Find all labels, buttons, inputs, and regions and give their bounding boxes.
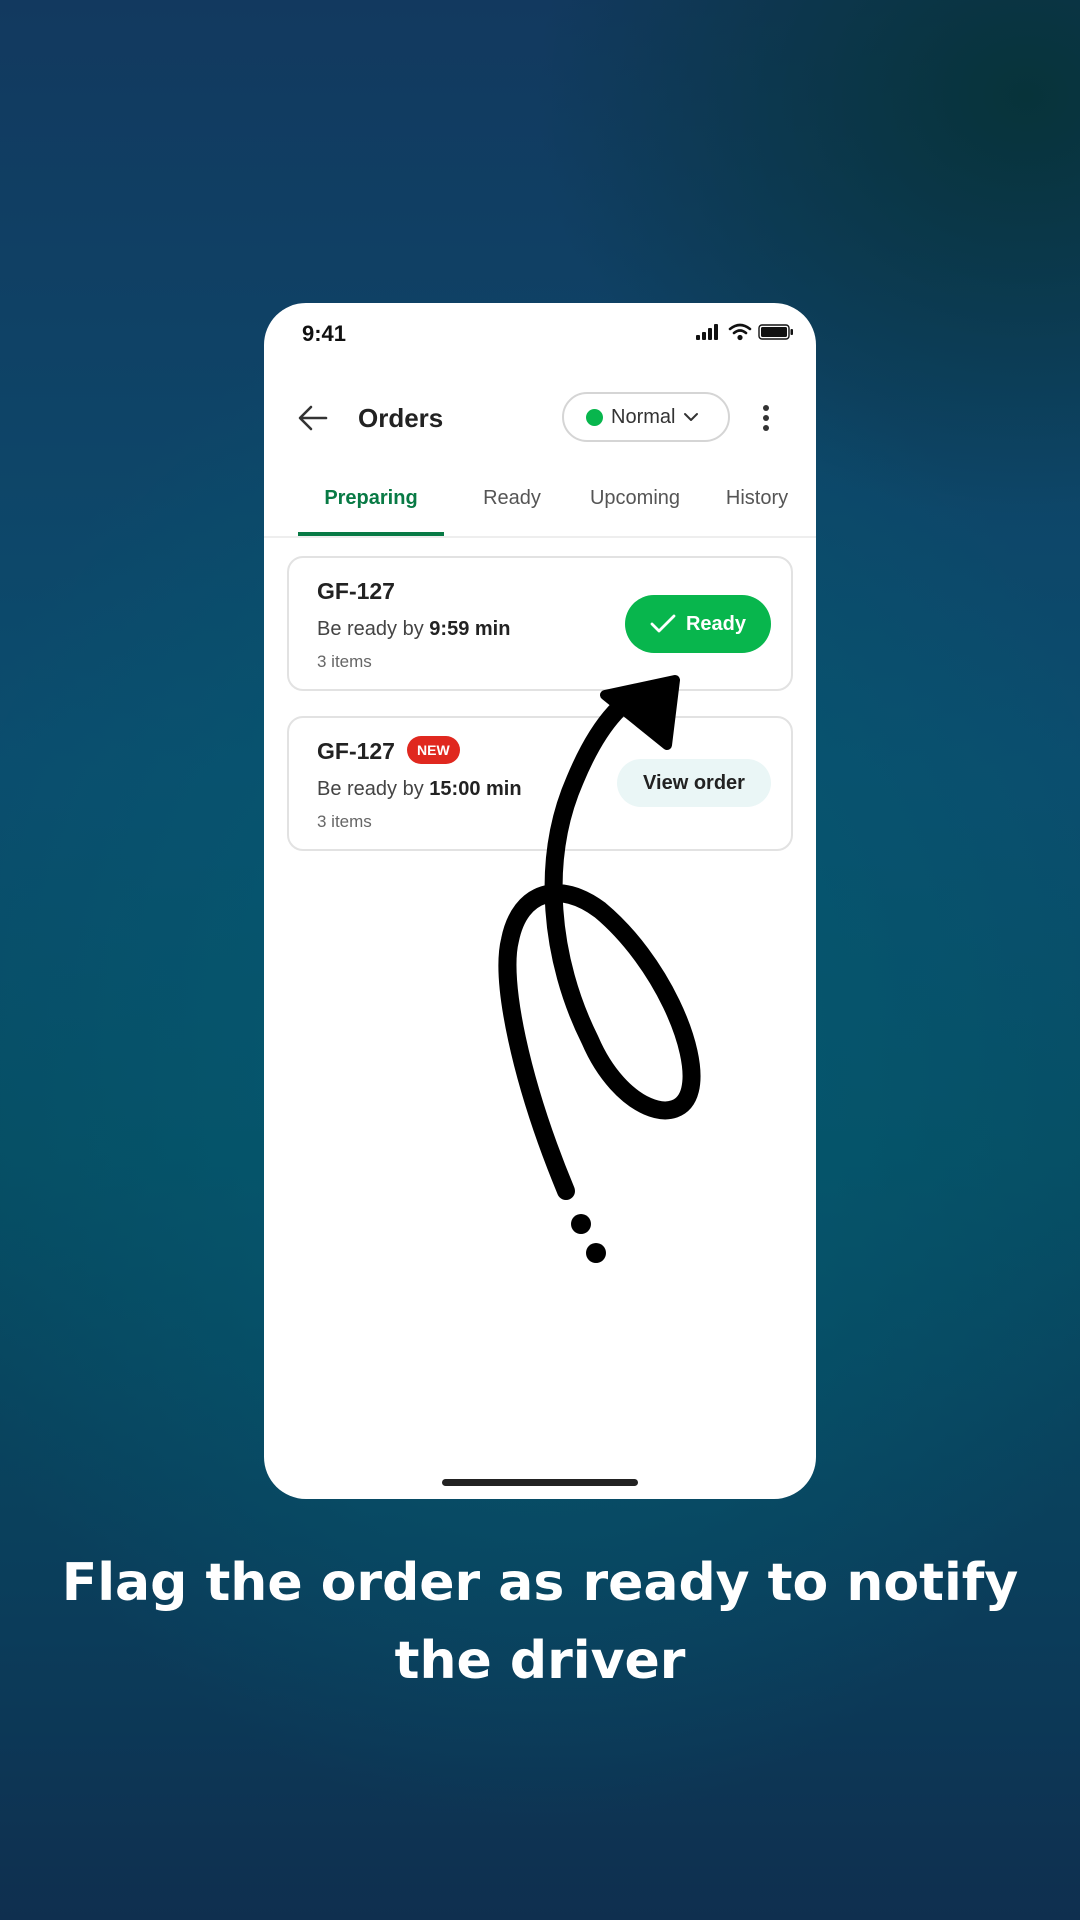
eta-value: 9:59 min — [429, 618, 511, 640]
status-time: 9:41 — [302, 321, 347, 346]
more-options-icon[interactable] — [756, 401, 776, 435]
back-arrow-icon[interactable] — [296, 401, 330, 435]
mark-ready-button[interactable]: Ready — [625, 595, 771, 653]
active-tab-indicator — [298, 532, 444, 536]
app-header: Orders Normal — [264, 383, 816, 453]
new-badge: NEW — [407, 736, 460, 764]
tab-history[interactable]: History — [704, 476, 810, 536]
order-eta: Be ready by 9:59 min — [317, 618, 510, 641]
phone-screen: 9:41 Orders Normal Preparing Ready Upcom… — [264, 303, 816, 1499]
view-order-button[interactable]: View order — [617, 759, 771, 807]
eta-value: 15:00 min — [429, 778, 522, 800]
eta-prefix: Be ready by — [317, 618, 424, 640]
order-id: GF-127 — [317, 578, 395, 604]
page-title: Orders — [358, 403, 444, 433]
battery-icon — [758, 324, 793, 340]
signal-icon — [696, 324, 718, 340]
order-card[interactable]: GF-127 Be ready by 9:59 min 3 items Read… — [287, 556, 793, 691]
wifi-icon — [728, 323, 752, 341]
order-eta: Be ready by 15:00 min — [317, 778, 522, 801]
tab-ready[interactable]: Ready — [456, 476, 568, 536]
status-bar: 9:41 — [264, 303, 816, 363]
order-item-count: 3 items — [317, 652, 372, 671]
eta-prefix: Be ready by — [317, 778, 424, 800]
mode-label: Normal — [611, 405, 676, 428]
status-dot-icon — [586, 408, 603, 426]
checkmark-icon — [650, 614, 676, 633]
tab-upcoming[interactable]: Upcoming — [572, 476, 698, 536]
order-item-count: 3 items — [317, 812, 372, 831]
tab-preparing[interactable]: Preparing — [298, 476, 444, 536]
mode-selector[interactable]: Normal — [562, 392, 730, 442]
caption-text: Flag the order as ready to notify the dr… — [61, 1553, 1019, 1691]
home-indicator — [442, 1479, 638, 1486]
order-id: GF-127 — [317, 738, 395, 764]
chevron-down-icon — [684, 413, 699, 421]
status-icons — [696, 323, 794, 341]
order-card[interactable]: GF-127 NEW Be ready by 15:00 min 3 items… — [287, 716, 793, 851]
tab-bar: Preparing Ready Upcoming History — [264, 476, 816, 538]
ready-button-label: Ready — [685, 612, 747, 635]
